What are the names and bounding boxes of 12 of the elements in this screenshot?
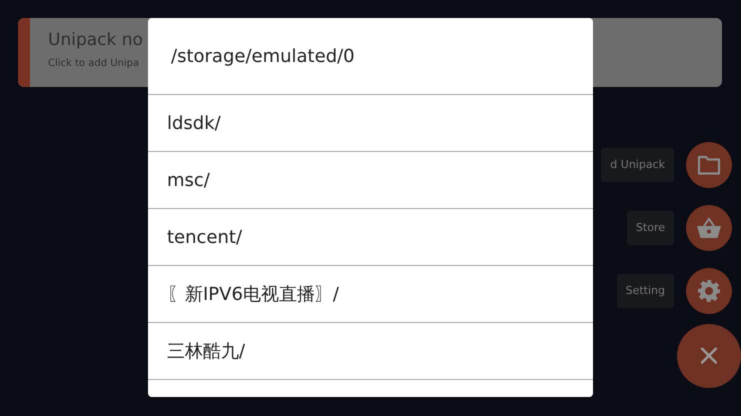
fab-label: d Unipack <box>601 148 674 182</box>
settings-icon <box>697 279 721 303</box>
gear-button[interactable] <box>686 268 732 314</box>
accent-stripe <box>18 18 30 87</box>
card-title: Unipack no <box>48 30 143 50</box>
basket-icon <box>696 217 722 239</box>
fab-label: Store <box>626 210 674 246</box>
card-subtitle: Click to add Unipa <box>48 57 140 72</box>
folder-icon <box>697 155 721 175</box>
basket-button[interactable] <box>686 205 732 251</box>
folder-button[interactable] <box>686 142 732 188</box>
fab-label: Setting <box>616 274 674 308</box>
